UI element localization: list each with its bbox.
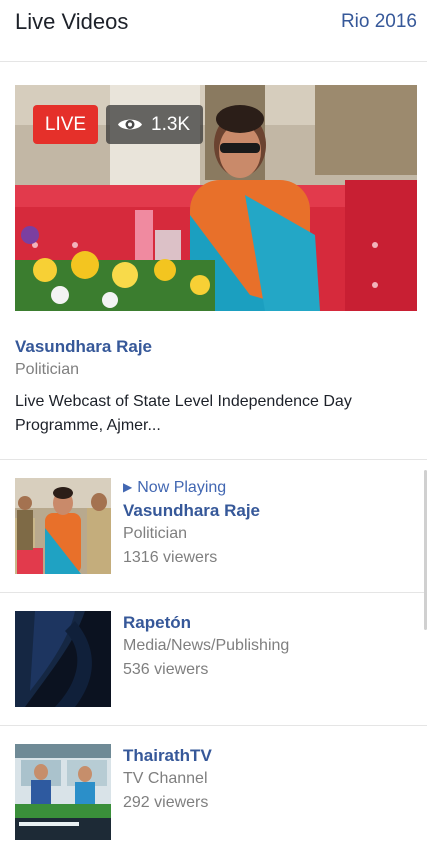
list-item-viewers: 292 viewers bbox=[123, 794, 209, 811]
list-item-viewers: 536 viewers bbox=[123, 661, 209, 678]
viewer-count-badge: 1.3K bbox=[106, 105, 203, 144]
list-item-category: Media/News/Publishing bbox=[123, 637, 290, 654]
divider bbox=[0, 459, 427, 460]
list-item-text: ▶ Now Playing Vasundhara Raje Politician … bbox=[123, 476, 260, 570]
video-thumbnail bbox=[15, 744, 111, 840]
list-item-category: Politician bbox=[123, 525, 188, 542]
featured-video-player[interactable]: LIVE 1.3K bbox=[15, 85, 417, 311]
list-item-name[interactable]: Vasundhara Raje bbox=[123, 499, 260, 522]
list-item-name[interactable]: ThairathTV bbox=[123, 744, 212, 767]
now-playing-text: Now Playing bbox=[137, 479, 227, 496]
play-triangle-icon: ▶ bbox=[123, 480, 133, 494]
list-item-name[interactable]: Rapetón bbox=[123, 611, 289, 634]
live-badge: LIVE bbox=[33, 105, 98, 144]
video-thumbnail bbox=[15, 478, 111, 574]
divider bbox=[0, 725, 427, 726]
video-thumbnail bbox=[15, 611, 111, 707]
header: Live Videos Rio 2016 bbox=[0, 0, 427, 62]
list-item-category: TV Channel bbox=[123, 770, 208, 787]
page-title: Live Videos bbox=[15, 9, 129, 34]
list-item-viewers: 1316 viewers bbox=[123, 549, 218, 566]
featured-category: Politician bbox=[15, 361, 80, 378]
viewer-count: 1.3K bbox=[151, 114, 191, 135]
list-item[interactable]: Rapetón Media/News/Publishing 536 viewer… bbox=[0, 600, 427, 710]
divider bbox=[0, 592, 427, 593]
list-item[interactable]: ▶ Now Playing Vasundhara Raje Politician … bbox=[0, 470, 427, 580]
featured-page-name[interactable]: Vasundhara Raje bbox=[15, 337, 152, 357]
now-playing-label: ▶ Now Playing bbox=[123, 476, 260, 499]
rio-2016-link[interactable]: Rio 2016 bbox=[341, 11, 417, 33]
featured-description: Live Webcast of State Level Independence… bbox=[15, 393, 352, 434]
list-item-text: Rapetón Media/News/Publishing 536 viewer… bbox=[123, 611, 289, 682]
list-item-text: ThairathTV TV Channel 292 viewers bbox=[123, 744, 212, 815]
list-item[interactable]: ThairathTV TV Channel 292 viewers bbox=[0, 733, 427, 843]
